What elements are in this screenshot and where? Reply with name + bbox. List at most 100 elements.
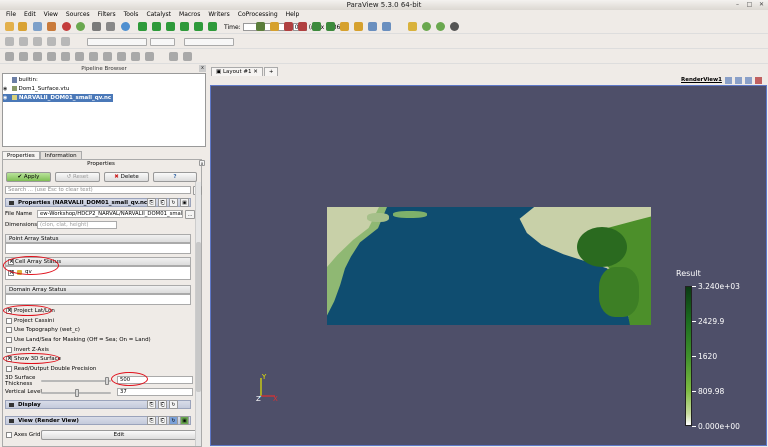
use-topography-checkbox[interactable] (6, 327, 12, 333)
rescale-visible-icon[interactable] (61, 37, 70, 46)
zoom-to-data-icon[interactable] (270, 22, 279, 31)
vertical-level-field[interactable]: 37 (117, 388, 193, 396)
menu-tools[interactable]: Tools (121, 10, 144, 19)
stream-tracer-icon[interactable] (103, 52, 112, 61)
restore-default-icon[interactable]: ↻ (169, 198, 178, 207)
paste-icon[interactable]: ⎗ (158, 416, 167, 425)
view-minus-z-icon[interactable] (354, 22, 363, 31)
save-data-icon[interactable] (33, 22, 42, 31)
menu-help[interactable]: Help (283, 10, 305, 19)
rotate-ccw-icon[interactable] (382, 22, 391, 31)
loop-icon[interactable] (208, 22, 217, 31)
axes-grid-edit-button[interactable]: Edit (41, 430, 197, 440)
play-icon[interactable] (166, 22, 175, 31)
menu-macros[interactable]: Macros (176, 10, 205, 19)
view-minus-y-icon[interactable] (326, 22, 335, 31)
menu-filters[interactable]: Filters (95, 10, 121, 19)
land-sea-mask-checkbox[interactable] (6, 337, 12, 343)
pick-center-icon[interactable] (436, 22, 445, 31)
contour-icon[interactable] (19, 52, 28, 61)
eye-icon[interactable]: ◉ (3, 85, 10, 93)
rescale-icon[interactable] (33, 37, 42, 46)
menu-view[interactable]: View (41, 10, 63, 19)
menu-catalyst[interactable]: Catalyst (143, 10, 176, 19)
plot-over-line-icon[interactable] (183, 52, 192, 61)
tab-layout-1[interactable]: ▣ Layout #1 ✕ (211, 67, 263, 76)
help-icon[interactable] (121, 22, 130, 31)
group-datasets-icon[interactable] (131, 52, 140, 61)
variable-select[interactable] (87, 38, 147, 46)
invert-z-checkbox[interactable] (6, 347, 12, 353)
save-default-icon[interactable]: ▣ (180, 198, 189, 207)
close-dock-icon[interactable]: x (199, 65, 206, 72)
vertical-level-knob[interactable] (75, 389, 79, 397)
redo-icon[interactable] (76, 22, 85, 31)
connect-icon[interactable] (92, 22, 101, 31)
maximize-icon[interactable]: □ (746, 1, 753, 8)
copy-icon[interactable]: ⎘ (147, 416, 156, 425)
domain-array-list[interactable] (5, 294, 191, 305)
clip-icon[interactable] (33, 52, 42, 61)
copy-icon[interactable]: ⎘ (147, 198, 156, 207)
project-cassini-checkbox[interactable] (6, 318, 12, 324)
add-layout-tab[interactable]: + (263, 67, 279, 76)
view-plus-y-icon[interactable] (312, 22, 321, 31)
color-legend-bar[interactable] (685, 286, 692, 426)
file-browse-button[interactable]: ... (185, 210, 195, 219)
surface-thickness-slider[interactable] (41, 380, 111, 382)
close-view-icon[interactable] (755, 77, 762, 84)
representation-select[interactable] (184, 38, 234, 46)
center-axes-icon[interactable] (422, 22, 431, 31)
menu-file[interactable]: File (3, 10, 21, 19)
scrollbar-thumb[interactable] (196, 242, 201, 392)
paste-icon[interactable]: ⎗ (158, 400, 167, 409)
interaction-mode-icon[interactable] (408, 22, 417, 31)
edit-colormap-icon[interactable] (19, 37, 28, 46)
close-dock-icon[interactable]: x (199, 160, 205, 166)
last-frame-icon[interactable] (194, 22, 203, 31)
axes-grid-checkbox[interactable] (6, 432, 12, 438)
first-frame-icon[interactable] (138, 22, 147, 31)
previous-frame-icon[interactable] (152, 22, 161, 31)
query-icon[interactable] (169, 52, 178, 61)
paste-icon[interactable]: ⎗ (158, 198, 167, 207)
double-precision-checkbox[interactable] (6, 366, 12, 372)
color-legend-icon[interactable] (5, 37, 14, 46)
pipeline-item-builtin[interactable]: builtin: (12, 76, 38, 84)
restore-default-icon[interactable]: ↻ (169, 400, 178, 409)
apply-button[interactable]: ✔ Apply (6, 172, 51, 182)
view-plus-z-icon[interactable] (340, 22, 349, 31)
disconnect-icon[interactable] (106, 22, 115, 31)
reset-button[interactable]: ↺ Reset (55, 172, 100, 182)
view-minus-x-icon[interactable] (298, 22, 307, 31)
pipeline-item-surface[interactable]: ◉ Dom1_Surface.vtu (3, 85, 69, 93)
warp-vector-icon[interactable] (117, 52, 126, 61)
threshold-icon[interactable] (61, 52, 70, 61)
rescale-custom-icon[interactable] (47, 37, 56, 46)
delete-button[interactable]: ✖ Delete (104, 172, 149, 182)
undo-icon[interactable] (62, 22, 71, 31)
open-icon[interactable] (5, 22, 14, 31)
dimensions-select[interactable]: (clon, clat, height) (37, 221, 117, 229)
restore-default-icon[interactable]: ↻ (169, 416, 178, 425)
rotate-cw-icon[interactable] (368, 22, 377, 31)
pipeline-browser[interactable]: builtin: ◉ Dom1_Surface.vtu ◉ NARVALII_D… (2, 73, 206, 147)
help-button[interactable]: ? (153, 172, 197, 182)
open-recent-icon[interactable] (18, 22, 27, 31)
component-select[interactable] (150, 38, 175, 46)
close-tab-icon[interactable]: ✕ (253, 69, 258, 75)
copy-icon[interactable]: ⎘ (147, 400, 156, 409)
split-horizontal-icon[interactable] (725, 77, 732, 84)
save-state-icon[interactable] (47, 22, 56, 31)
menu-sources[interactable]: Sources (63, 10, 95, 19)
render-view[interactable]: Result 3.240e+03 2429.9 1620 809.98 0.00… (210, 85, 767, 446)
calculator-icon[interactable] (5, 52, 14, 61)
split-vertical-icon[interactable] (735, 77, 742, 84)
eye-icon[interactable]: ◉ (3, 94, 10, 102)
maximize-view-icon[interactable] (745, 77, 752, 84)
pipeline-item-narval[interactable]: ◉ NARVALII_DOM01_small_qv.nc (3, 94, 113, 102)
menu-edit[interactable]: Edit (21, 10, 41, 19)
orientation-axes-icon[interactable] (450, 22, 459, 31)
slice-icon[interactable] (47, 52, 56, 61)
map-surface[interactable] (327, 207, 651, 325)
